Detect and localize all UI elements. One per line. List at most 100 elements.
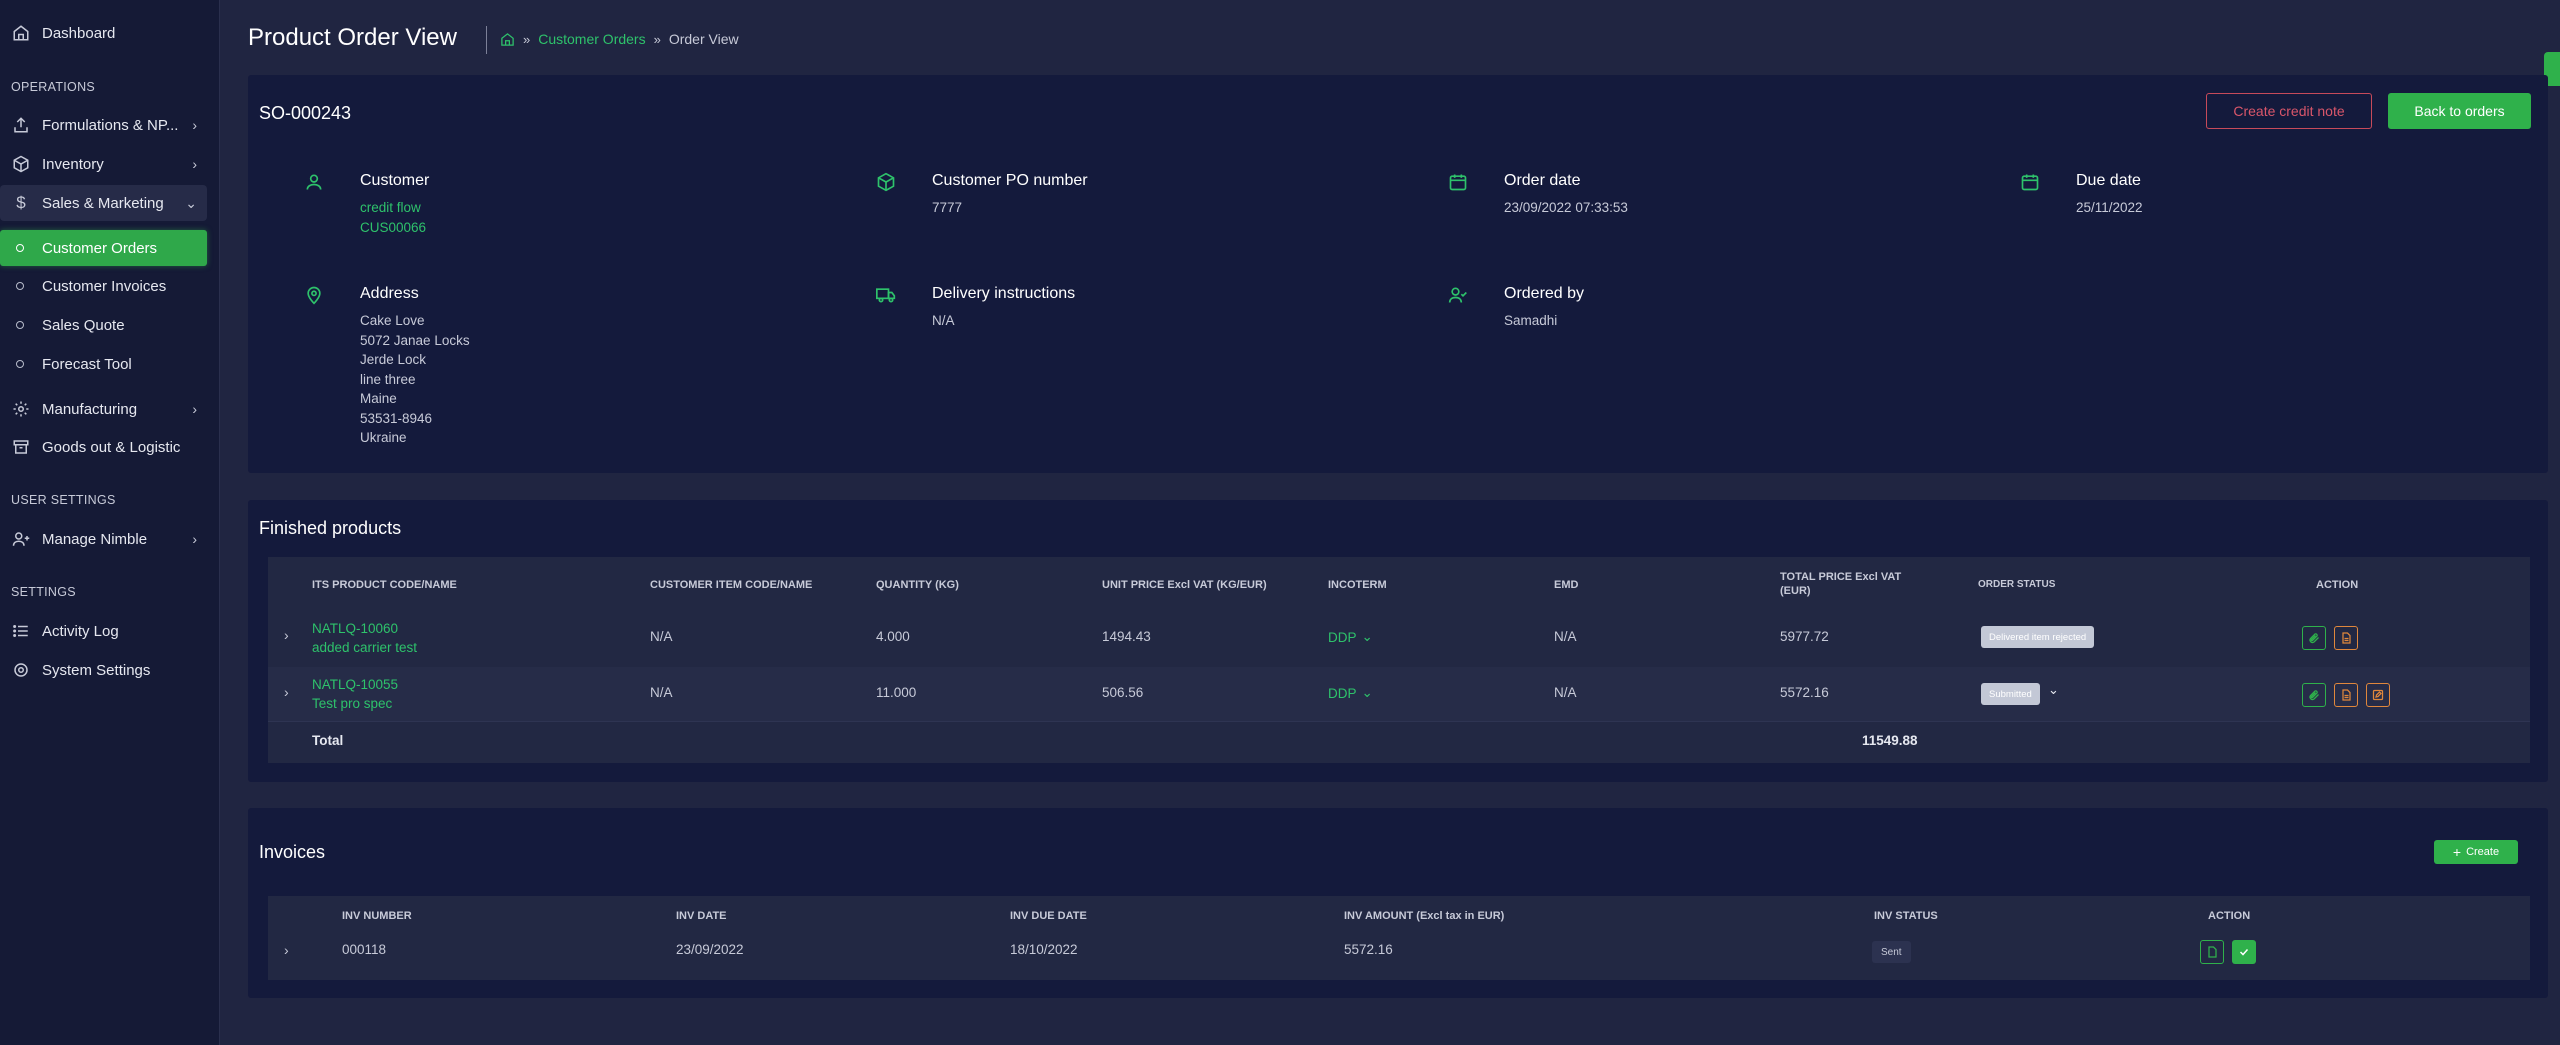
order-date-value: 23/09/2022 07:33:53 — [1504, 200, 1628, 215]
map-pin-icon — [304, 285, 324, 305]
due-date-value: 25/11/2022 — [2076, 200, 2143, 215]
chevron-down-icon[interactable]: ⌄ — [2048, 682, 2059, 698]
box-icon — [12, 155, 30, 173]
create-credit-note-button[interactable]: Create credit note — [2206, 93, 2372, 129]
confirm-invoice-button[interactable] — [2232, 940, 2256, 964]
product-cell: NATLQ-10060 added carrier test — [312, 619, 417, 657]
ordered-by-value: Samadhi — [1504, 313, 1558, 328]
circle-icon — [16, 282, 24, 290]
customer-po-value: 7777 — [932, 200, 963, 215]
breadcrumb-separator: » — [653, 31, 661, 47]
chevron-down-icon: ⌄ — [1361, 629, 1373, 644]
delivery-instructions-value: N/A — [932, 313, 955, 328]
column-header-unit-price: UNIT PRICE Excl VAT (KG/EUR) — [1102, 579, 1267, 591]
inv-date-cell: 23/09/2022 — [676, 942, 744, 957]
chevron-right-icon[interactable]: › — [284, 942, 289, 958]
sidebar-item-label: Sales Quote — [42, 316, 125, 334]
sidebar-item-activity-log[interactable]: Activity Log — [0, 613, 207, 649]
inv-number-cell: 000118 — [342, 942, 387, 957]
document-button[interactable] — [2334, 683, 2358, 707]
sidebar-item-customer-invoices[interactable]: Customer Invoices — [0, 268, 207, 304]
column-header-quantity: QUANTITY (KG) — [876, 579, 959, 591]
unit-price-cell: 1494.43 — [1102, 629, 1151, 644]
view-invoice-button[interactable] — [2200, 940, 2224, 964]
home-icon[interactable] — [500, 32, 515, 47]
sidebar-item-formulations[interactable]: Formulations & NP... › — [0, 107, 207, 143]
emd-cell: N/A — [1554, 629, 1577, 644]
column-header-incoterm: INCOTERM — [1328, 579, 1387, 591]
edit-button[interactable] — [2366, 683, 2390, 707]
finished-products-table: ITS PRODUCT CODE/NAME CUSTOMER ITEM CODE… — [268, 557, 2530, 763]
create-invoice-button[interactable]: + Create — [2434, 840, 2518, 864]
product-code-link[interactable]: NATLQ-10060 — [312, 619, 417, 638]
invoices-table: INV NUMBER INV DATE INV DUE DATE INV AMO… — [268, 896, 2530, 980]
order-number: SO-000243 — [259, 103, 352, 123]
address-line: Jerde Lock — [360, 352, 427, 367]
sidebar-item-inventory[interactable]: Inventory › — [0, 146, 207, 182]
address-label: Address — [360, 285, 419, 302]
sidebar-item-system-settings[interactable]: System Settings — [0, 652, 207, 688]
chevron-right-icon[interactable]: › — [284, 627, 289, 643]
sidebar-item-dashboard[interactable]: Dashboard — [0, 15, 207, 51]
order-details-panel: SO-000243 Create credit note Back to ord… — [248, 75, 2548, 473]
customer-code-link[interactable]: CUS00066 — [360, 218, 426, 238]
chevron-right-icon: › — [192, 117, 197, 133]
sidebar-item-label: Customer Invoices — [42, 277, 167, 295]
invoices-title: Invoices — [259, 842, 326, 862]
column-header-action: ACTION — [2316, 579, 2359, 591]
section-operations: OPERATIONS — [11, 80, 96, 94]
product-name: added carrier test — [312, 640, 418, 655]
customer-po-label: Customer PO number — [932, 172, 1088, 189]
status-badge: Submitted — [1981, 683, 2040, 705]
address-line: Ukraine — [360, 430, 407, 445]
sidebar-item-label: Activity Log — [42, 622, 119, 640]
section-settings: SETTINGS — [11, 585, 76, 599]
calendar-icon — [2020, 172, 2040, 192]
sidebar-item-label: Customer Orders — [42, 239, 158, 257]
chevron-right-icon[interactable]: › — [284, 684, 289, 700]
incoterm-dropdown[interactable]: DDP ⌄ — [1328, 685, 1373, 701]
user-icon — [304, 172, 324, 192]
customer-values: credit flow CUS00066 — [360, 198, 426, 237]
circle-icon — [16, 360, 24, 368]
product-code-link[interactable]: NATLQ-10055 — [312, 675, 398, 694]
circle-icon — [16, 321, 24, 329]
list-icon — [12, 622, 30, 640]
check-icon — [2239, 948, 2249, 956]
emd-cell: N/A — [1554, 685, 1577, 700]
ordered-by-label: Ordered by — [1504, 285, 1585, 302]
delivery-instructions-label: Delivery instructions — [932, 285, 1076, 302]
column-header-product: ITS PRODUCT CODE/NAME — [312, 579, 457, 591]
sidebar-item-sales-marketing[interactable]: $ Sales & Marketing ⌄ — [0, 185, 207, 221]
breadcrumb-link-customer-orders[interactable]: Customer Orders — [538, 31, 645, 47]
home-icon — [12, 24, 30, 42]
sidebar-item-goods-out[interactable]: Goods out & Logistic — [0, 429, 207, 465]
due-date-label: Due date — [2076, 172, 2141, 189]
address-line: 53531-8946 — [360, 410, 433, 426]
sidebar-item-label: Sales & Marketing — [42, 194, 164, 212]
attach-button[interactable] — [2302, 683, 2326, 707]
sidebar-item-manage-nimble[interactable]: Manage Nimble › — [0, 521, 207, 557]
finished-products-title: Finished products — [259, 518, 402, 538]
sidebar-item-label: Inventory — [42, 155, 104, 173]
attach-button[interactable] — [2302, 626, 2326, 650]
edit-icon — [2372, 689, 2384, 701]
circle-icon — [16, 244, 24, 252]
sidebar-item-label: Forecast Tool — [42, 355, 132, 373]
sidebar-item-sales-quote[interactable]: Sales Quote — [0, 307, 207, 343]
file-text-icon — [2342, 689, 2351, 701]
title-divider — [486, 26, 487, 54]
customer-name-link[interactable]: credit flow — [360, 198, 426, 218]
plus-icon: + — [2452, 844, 2462, 860]
breadcrumb-current: Order View — [668, 31, 739, 47]
sidebar-item-forecast-tool[interactable]: Forecast Tool — [0, 346, 207, 382]
sidebar-item-customer-orders[interactable]: Customer Orders — [0, 230, 207, 266]
file-text-icon — [2342, 632, 2351, 644]
sidebar-item-manufacturing[interactable]: Manufacturing › — [0, 391, 207, 427]
sidebar: Dashboard OPERATIONS Formulations & NP..… — [0, 0, 220, 1045]
back-to-orders-button[interactable]: Back to orders — [2388, 93, 2531, 129]
document-button[interactable] — [2334, 626, 2358, 650]
incoterm-dropdown[interactable]: DDP ⌄ — [1328, 629, 1373, 645]
address-line: 5072 Janae Locks — [360, 332, 470, 348]
address-line: line three — [360, 371, 416, 387]
